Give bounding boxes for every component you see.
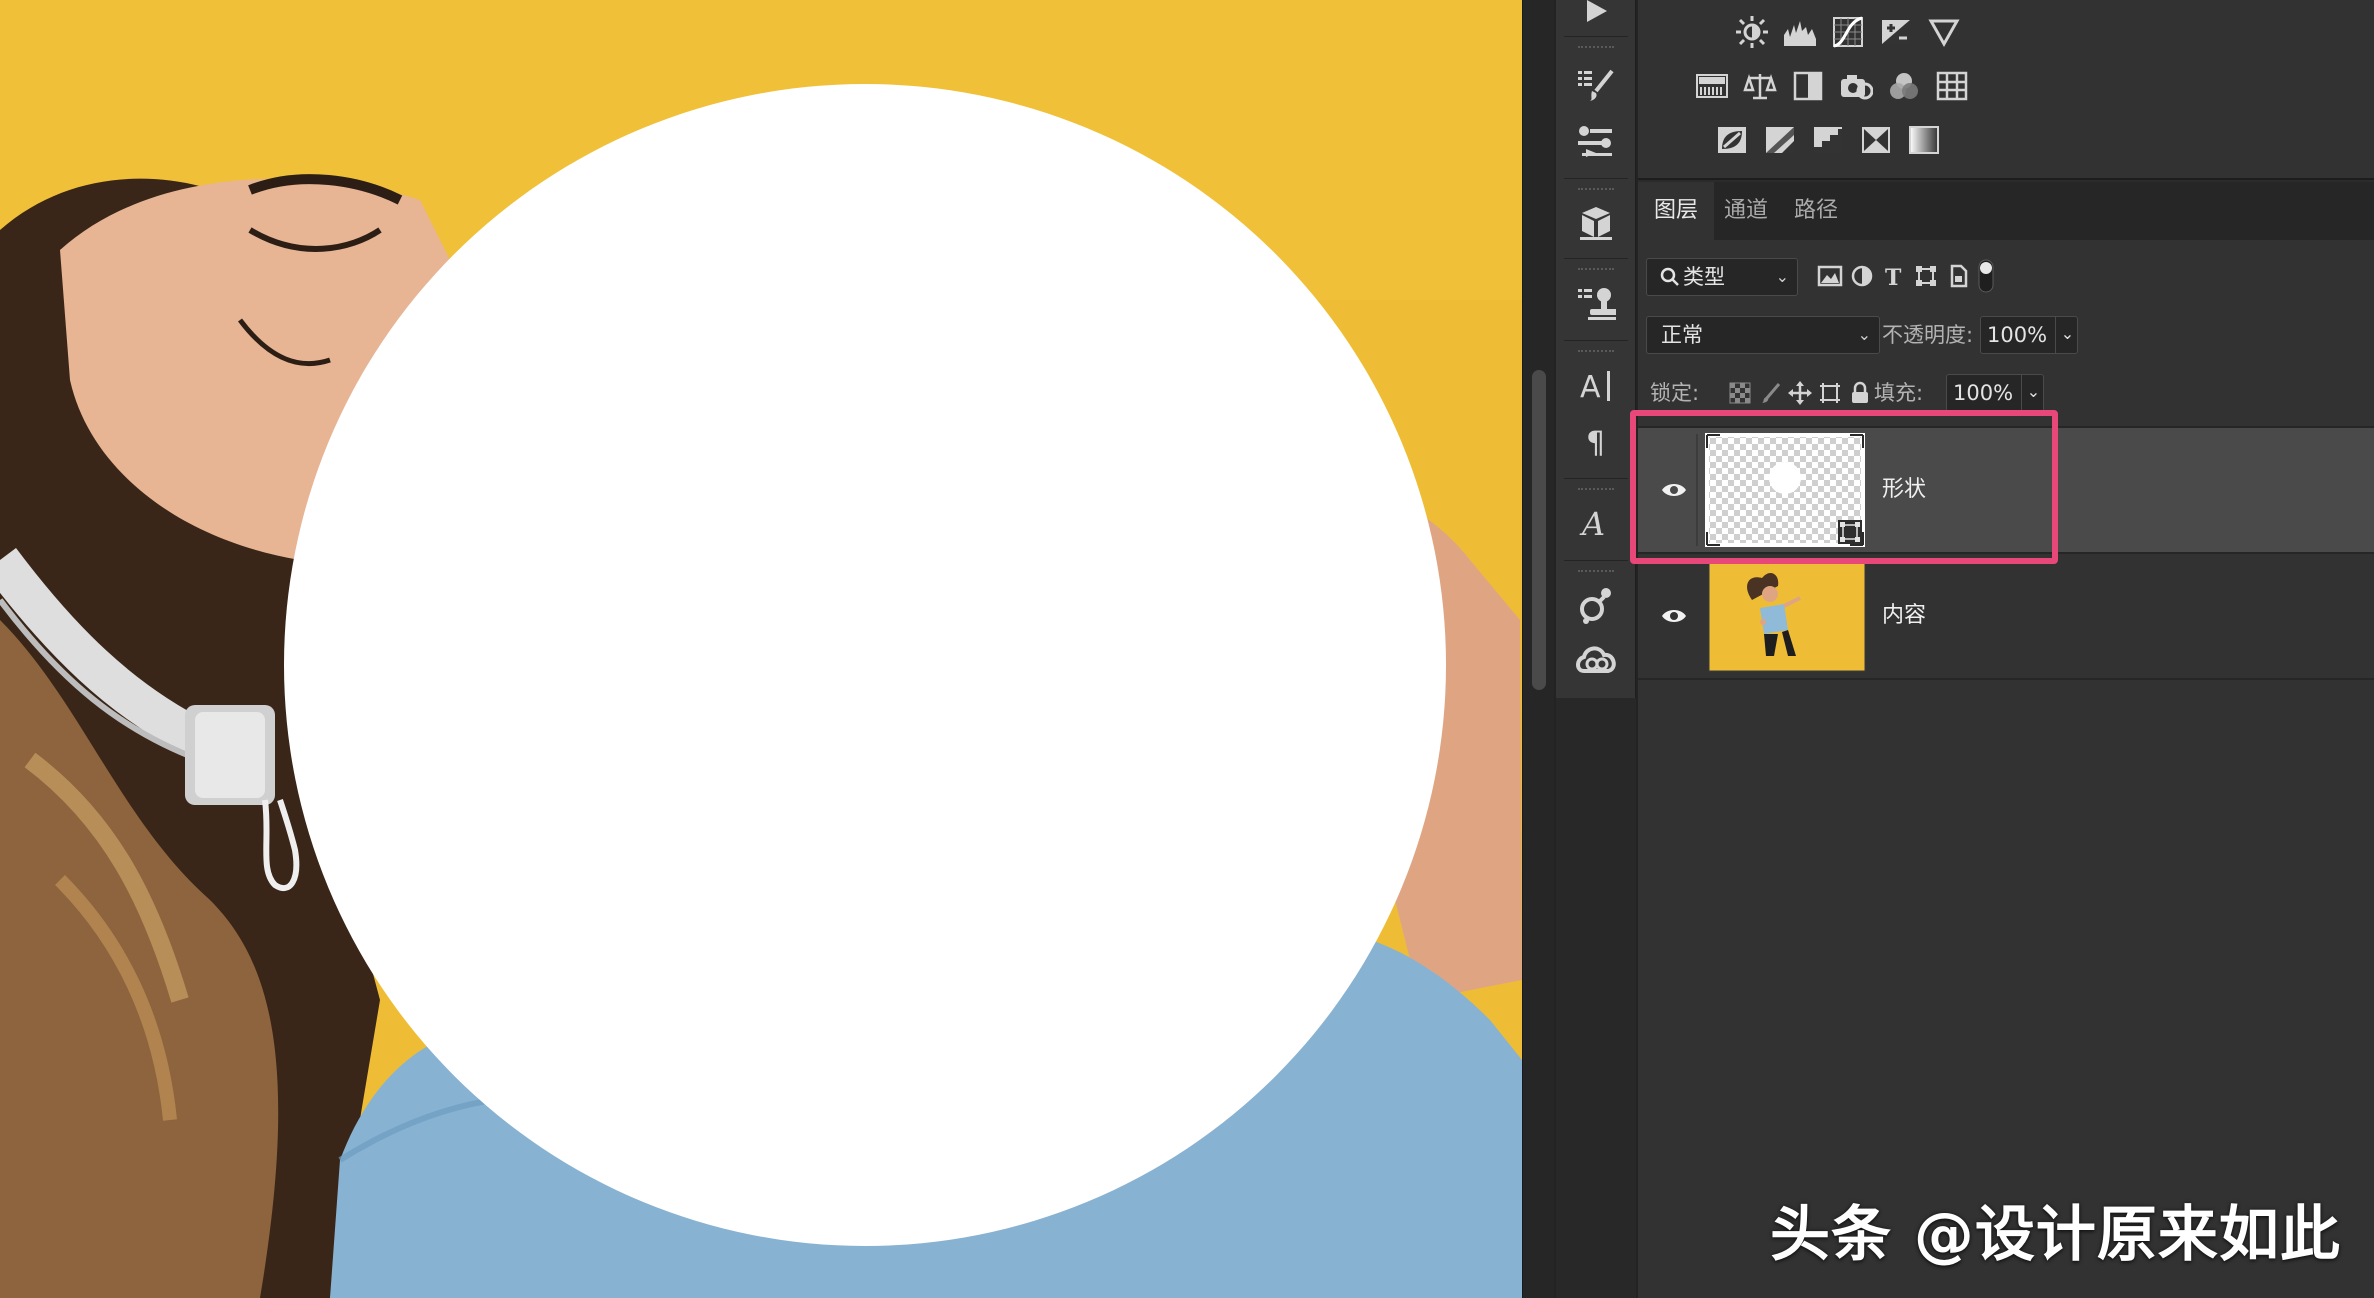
- blend-mode-dropdown[interactable]: 正常 ⌄: [1646, 316, 1880, 354]
- paragraph-icon[interactable]: ¶: [1568, 414, 1624, 468]
- document-canvas[interactable]: [0, 0, 1522, 1298]
- opacity-chevron-icon[interactable]: ⌄: [2055, 316, 2079, 354]
- layers-panel-tabs: 图层 通道 路径: [1638, 182, 2374, 240]
- exposure-icon[interactable]: [1876, 12, 1916, 52]
- lock-position-icon[interactable]: [1784, 377, 1816, 409]
- invert-icon[interactable]: [1712, 120, 1752, 160]
- creative-cloud-icon[interactable]: [1568, 634, 1624, 688]
- lock-artboard-icon[interactable]: [1814, 377, 1846, 409]
- clone-source-icon[interactable]: [1568, 276, 1624, 330]
- strip-grip: [1578, 570, 1614, 573]
- layer-link-gap: [1696, 434, 1698, 546]
- lock-all-icon[interactable]: [1844, 377, 1876, 409]
- opacity-value: 100%: [1987, 323, 2048, 347]
- layers-panel-body: 类型 ⌄ T 正常 ⌄ 不透明度: 100% ⌄ 锁定: 填充: 100% ⌄ …: [1638, 240, 2374, 1298]
- strip-grip: [1578, 350, 1614, 353]
- scrollbar-thumb[interactable]: [1532, 370, 1546, 690]
- properties-icon[interactable]: [1568, 578, 1624, 632]
- strip-divider: [1564, 36, 1628, 37]
- layer-thumbnail-shape[interactable]: [1704, 432, 1866, 548]
- brush-presets-icon[interactable]: [1568, 58, 1624, 112]
- eye-icon[interactable]: [1656, 598, 1692, 634]
- hue-saturation-icon[interactable]: [1692, 66, 1732, 106]
- layer-thumbnail-content[interactable]: [1708, 560, 1866, 672]
- strip-divider: [1564, 258, 1628, 259]
- panel-icon-strip: A ¶ A: [1556, 0, 1636, 698]
- filter-adjustment-layers-icon[interactable]: [1846, 260, 1878, 292]
- svg-text:A: A: [1579, 505, 1605, 543]
- canvas-scrollbar[interactable]: [1522, 0, 1554, 1298]
- levels-icon[interactable]: [1780, 12, 1820, 52]
- search-icon: [1659, 259, 1681, 306]
- filter-pixel-layers-icon[interactable]: [1814, 260, 1846, 292]
- layer-row-shape[interactable]: 形状: [1638, 428, 2374, 552]
- tab-paths[interactable]: 路径: [1778, 182, 1854, 240]
- strip-grip: [1578, 488, 1614, 491]
- black-white-icon[interactable]: [1788, 66, 1828, 106]
- lock-transparent-pixels-icon[interactable]: [1724, 377, 1756, 409]
- gradient-map-icon[interactable]: [1904, 120, 1944, 160]
- chevron-down-icon: ⌄: [1857, 325, 1871, 344]
- opacity-field[interactable]: 100% ⌄: [1980, 316, 2078, 354]
- layer-filter-label: 类型: [1683, 265, 1725, 289]
- layers-panel-dock: 图层 通道 路径 类型 ⌄ T 正常 ⌄ 不透明度: 100% ⌄ 锁定: 填充…: [1638, 0, 2374, 1298]
- svg-text:A: A: [1580, 370, 1601, 405]
- filter-type-layers-icon[interactable]: T: [1878, 260, 1910, 292]
- fill-label: 填充:: [1874, 381, 1924, 405]
- filter-smart-objects-icon[interactable]: [1942, 260, 1974, 292]
- channel-mixer-icon[interactable]: [1884, 66, 1924, 106]
- brightness-contrast-icon[interactable]: [1732, 12, 1772, 52]
- fill-field[interactable]: 100% ⌄: [1946, 374, 2044, 412]
- fill-value: 100%: [1953, 381, 2014, 405]
- tab-channels[interactable]: 通道: [1708, 182, 1784, 240]
- layer-row-content[interactable]: 内容: [1638, 554, 2374, 678]
- layer-name-content[interactable]: 内容: [1882, 598, 1926, 634]
- glyphs-icon[interactable]: A: [1568, 496, 1624, 550]
- play-icon[interactable]: [1568, 0, 1624, 38]
- blend-mode-value: 正常: [1661, 323, 1703, 347]
- tab-layers[interactable]: 图层: [1638, 182, 1715, 240]
- strip-divider: [1564, 478, 1628, 479]
- filter-toggle-switch[interactable]: [1976, 256, 1996, 296]
- layer-list-divider: [1638, 678, 2374, 680]
- tool-presets-icon[interactable]: [1568, 114, 1624, 168]
- vibrance-icon[interactable]: [1924, 12, 1964, 52]
- svg-text:T: T: [1885, 265, 1902, 288]
- strip-grip: [1578, 188, 1614, 191]
- strip-grip: [1578, 46, 1614, 49]
- character-icon[interactable]: A: [1568, 358, 1624, 412]
- photo-filter-icon[interactable]: [1836, 66, 1876, 106]
- selective-color-icon[interactable]: [1856, 120, 1896, 160]
- strip-divider: [1564, 178, 1628, 179]
- watermark-text: 头条 @设计原来如此: [1770, 1200, 2341, 1270]
- chevron-down-icon: ⌄: [1775, 267, 1789, 286]
- color-balance-icon[interactable]: [1740, 66, 1780, 106]
- threshold-icon[interactable]: [1808, 120, 1848, 160]
- posterize-icon[interactable]: [1760, 120, 1800, 160]
- strip-grip: [1578, 268, 1614, 271]
- svg-text:¶: ¶: [1586, 426, 1605, 461]
- panel-strip-empty: [1556, 698, 1636, 1298]
- white-circle-shape[interactable]: [284, 84, 1446, 1246]
- filter-shape-layers-icon[interactable]: [1910, 260, 1942, 292]
- adjustments-panel: [1638, 0, 2374, 180]
- eye-icon[interactable]: [1656, 472, 1692, 508]
- color-lookup-icon[interactable]: [1932, 66, 1972, 106]
- fill-chevron-icon[interactable]: ⌄: [2021, 374, 2045, 412]
- strip-divider: [1564, 560, 1628, 561]
- curves-icon[interactable]: [1828, 12, 1868, 52]
- lock-label: 锁定:: [1650, 381, 1700, 405]
- opacity-label: 不透明度:: [1882, 323, 1974, 347]
- layer-filter-dropdown[interactable]: 类型 ⌄: [1646, 258, 1798, 296]
- strip-divider: [1564, 340, 1628, 341]
- 3d-icon[interactable]: [1568, 196, 1624, 250]
- lock-image-pixels-icon[interactable]: [1754, 377, 1786, 409]
- layer-name-shape[interactable]: 形状: [1882, 472, 1926, 508]
